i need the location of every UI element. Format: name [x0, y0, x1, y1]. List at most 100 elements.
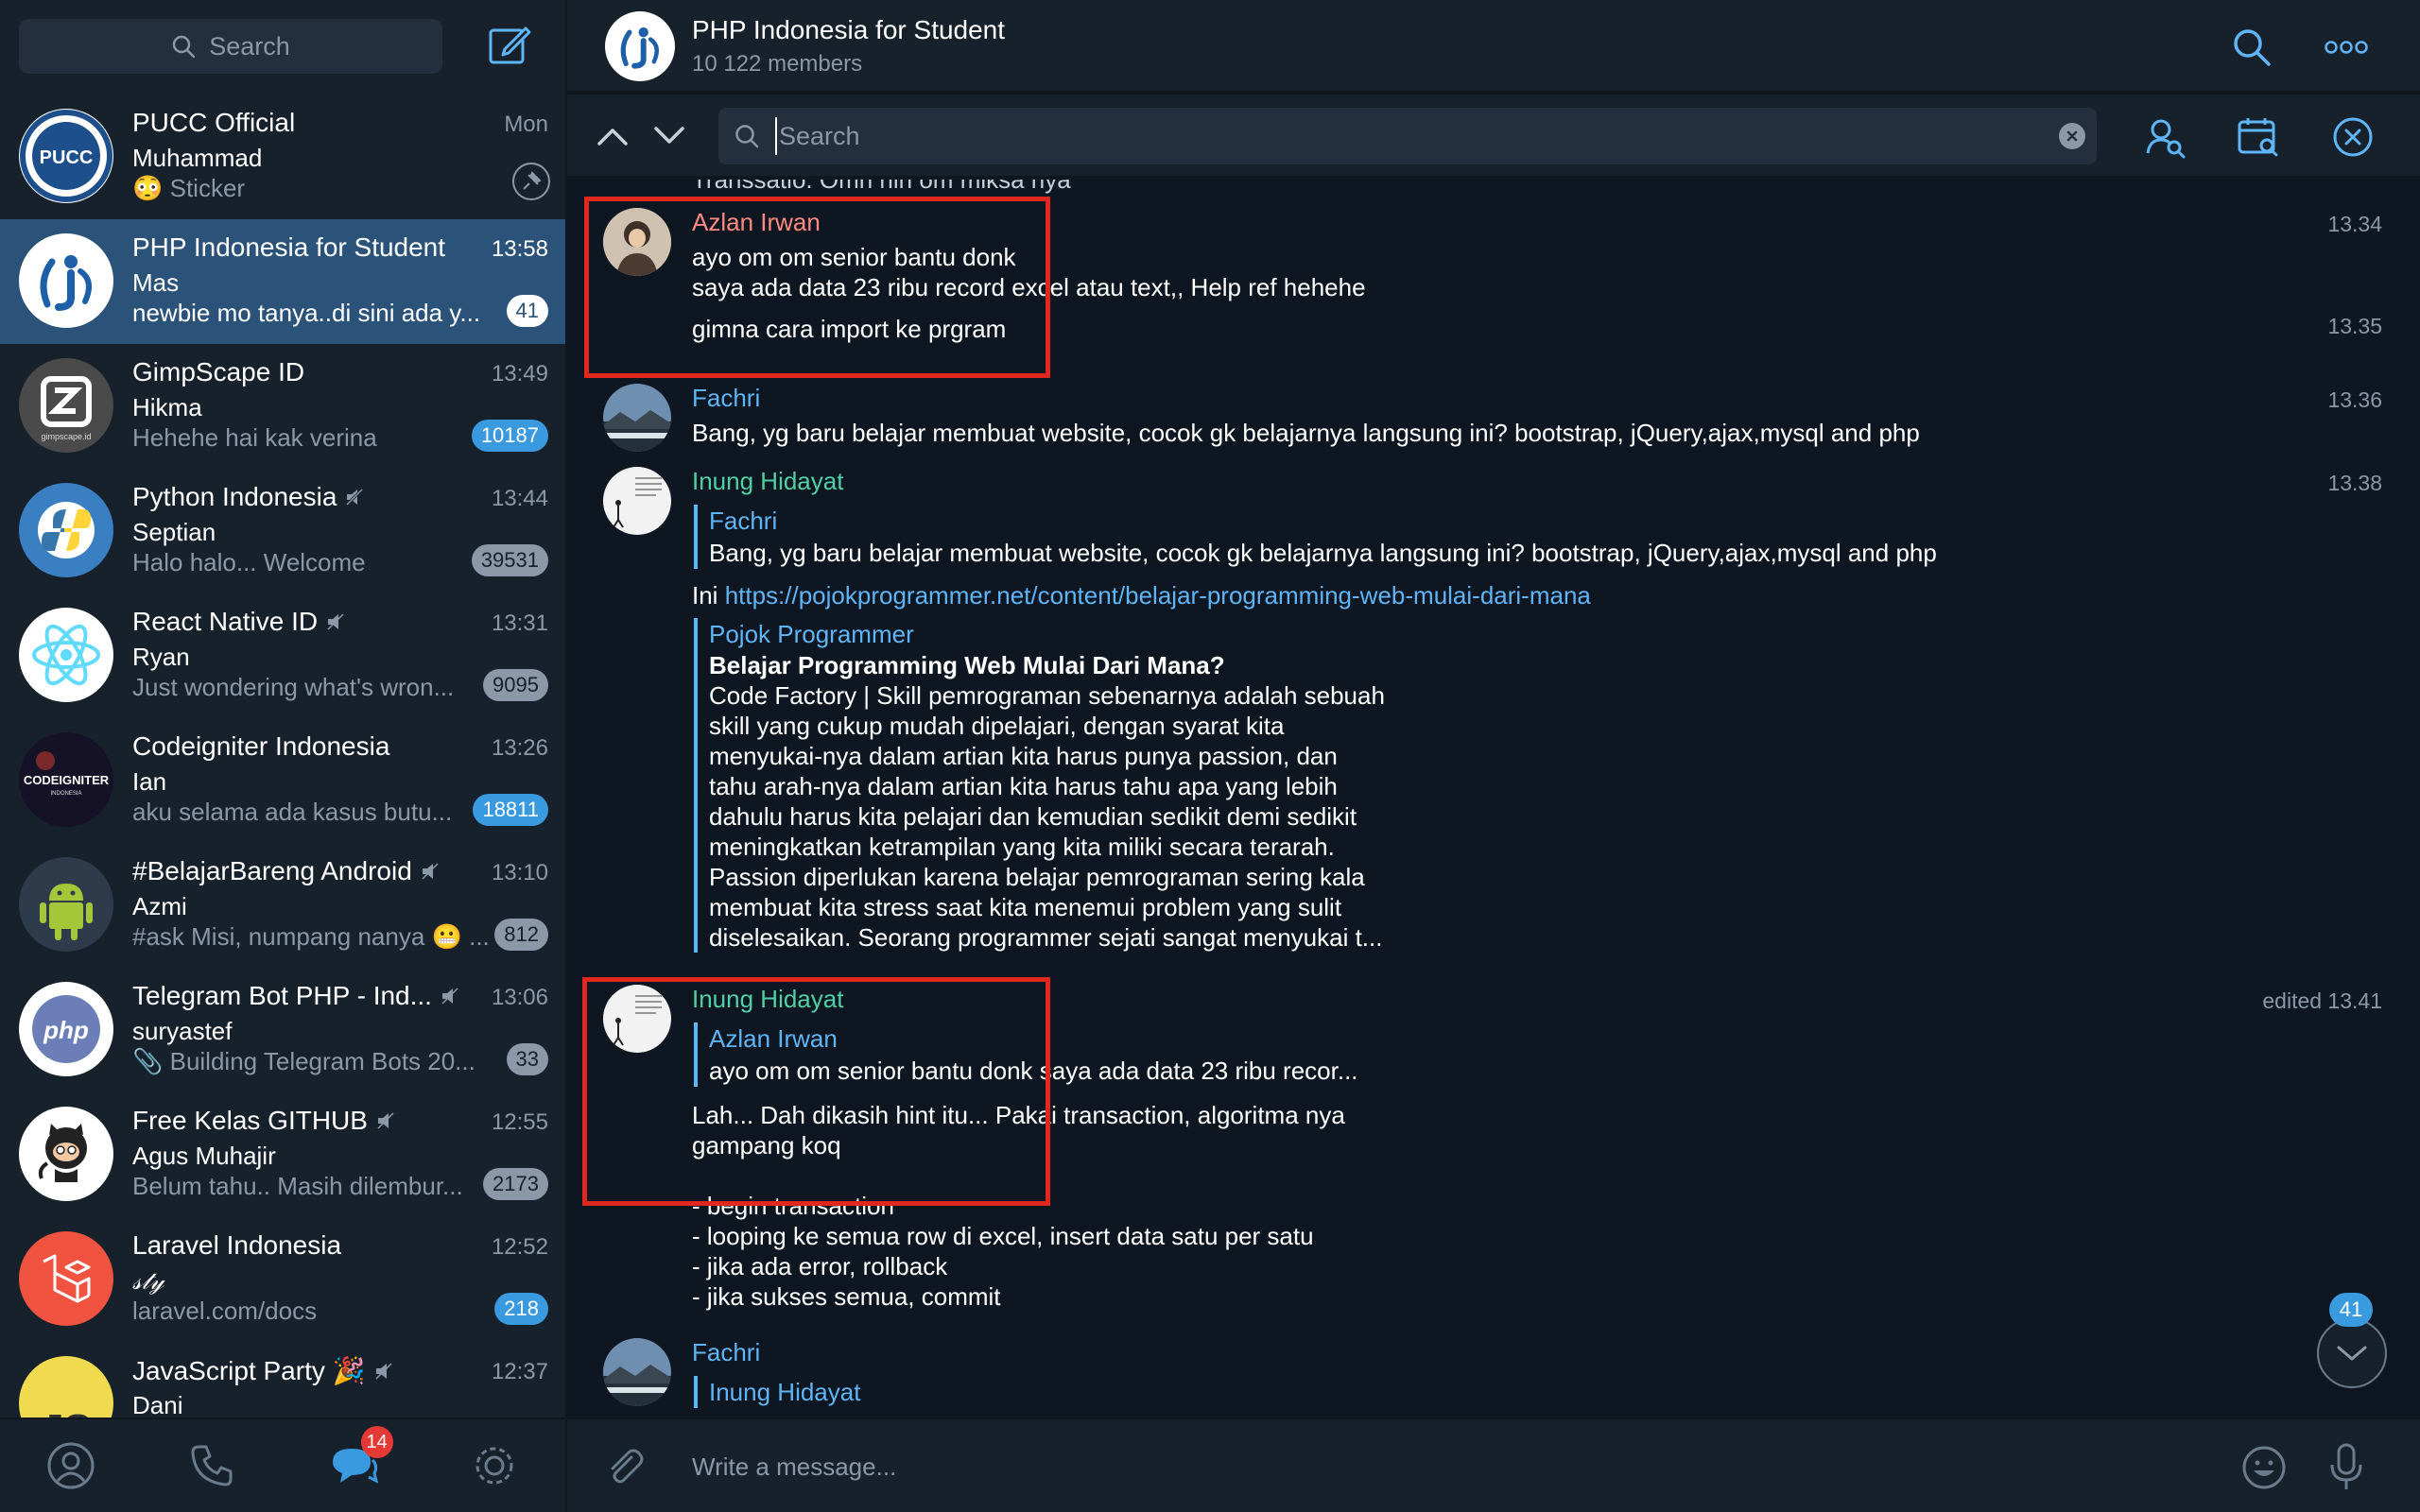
- chat-sender: 𝓈𝓉𝓎: [132, 1266, 164, 1295]
- chat-time: 13:31: [491, 610, 548, 636]
- chat-item-pucc-official[interactable]: PUCC PUCC Official Mon Muhammad 😳 Sticke…: [0, 94, 565, 219]
- reply-sender: Fachri: [709, 507, 778, 535]
- tab-calls[interactable]: [183, 1437, 240, 1494]
- chat-time: 13:44: [491, 486, 548, 511]
- header-avatar[interactable]: [605, 11, 675, 81]
- chat-title[interactable]: PHP Indonesia for Student: [692, 15, 1005, 45]
- chat-item-belajarbareng-android[interactable]: #BelajarBareng Android 13:10 Azmi #ask M…: [0, 843, 565, 968]
- message-search-input[interactable]: [775, 117, 2004, 155]
- chat-time: 13:10: [491, 860, 548, 885]
- message-time: 13.36: [2327, 387, 2382, 412]
- emoji-icon[interactable]: [2240, 1444, 2288, 1491]
- chat-item-free-kelas-github[interactable]: Free Kelas GITHUB 12:55 Agus Muhajir Bel…: [0, 1092, 565, 1217]
- reply-quote[interactable]: Fachri Bang, yg baru belajar membuat web…: [694, 505, 1937, 569]
- paperclip-icon[interactable]: [601, 1444, 647, 1489]
- sidebar-search-placeholder: Search: [209, 31, 290, 60]
- avatar[interactable]: [603, 467, 671, 535]
- message-text: Ini https://pojokprogrammer.net/content/…: [692, 581, 1591, 610]
- chat-panel: PHP Indonesia for Student 10 122 members…: [567, 0, 2420, 1512]
- compose-icon[interactable]: [486, 21, 533, 68]
- unread-count-badge: 41: [2329, 1293, 2373, 1327]
- chat-item-php-indonesia[interactable]: PHP Indonesia for Student 13:58 Mas newb…: [0, 219, 565, 344]
- in-chat-search-bar: [567, 94, 2420, 178]
- unread-badge: 2173: [483, 1168, 548, 1200]
- close-icon[interactable]: [2331, 115, 2375, 159]
- unread-badge: 39531: [471, 544, 548, 576]
- more-icon[interactable]: [2324, 34, 2369, 60]
- tab-settings[interactable]: [466, 1437, 523, 1494]
- scroll-to-bottom-button[interactable]: [2317, 1318, 2387, 1388]
- chat-time: 13:49: [491, 361, 548, 387]
- chat-item-telegram-bot-php[interactable]: php Telegram Bot PHP - Ind... 13:06 sury…: [0, 968, 565, 1092]
- unread-badge: 41: [506, 295, 548, 327]
- microphone-icon[interactable]: [2327, 1442, 2365, 1493]
- python-avatar: [19, 483, 113, 577]
- svg-text:INDONESIA: INDONESIA: [50, 791, 81, 797]
- chat-preview: Hehehe hai kak verina: [132, 423, 377, 452]
- search-icon: [172, 35, 196, 59]
- chat-item-react-native[interactable]: React Native ID 13:31 Ryan Just wonderin…: [0, 593, 565, 718]
- chat-item-python-indonesia[interactable]: Python Indonesia 13:44 Septian Halo halo…: [0, 469, 565, 593]
- message-composer: [567, 1418, 2420, 1512]
- chat-time: 12:52: [491, 1234, 548, 1260]
- sidebar-search-input[interactable]: Search: [19, 19, 442, 74]
- chat-time: 13:26: [491, 735, 548, 761]
- chat-sender: Septian: [132, 518, 216, 546]
- chevron-up-icon[interactable]: [594, 119, 631, 153]
- chat-time: 13:58: [491, 236, 548, 262]
- svg-text:CODEIGNITER: CODEIGNITER: [24, 773, 110, 787]
- php-bot-avatar: php: [19, 982, 113, 1076]
- chat-sender: Hikma: [132, 393, 202, 421]
- sidebar: Search PUCC PUCC Official Mon Muhammad 😳…: [0, 0, 567, 1512]
- preview-site-name: Pojok Programmer: [709, 620, 914, 648]
- tab-contacts[interactable]: [43, 1437, 99, 1494]
- chat-title: React Native ID: [132, 607, 473, 637]
- message-input[interactable]: [692, 1448, 2204, 1486]
- sender-name[interactable]: Fachri: [692, 1338, 760, 1367]
- message-time: 13.34: [2327, 212, 2382, 236]
- avatar[interactable]: [603, 384, 671, 452]
- chat-time: 13:06: [491, 985, 548, 1010]
- reply-quote[interactable]: Inung Hidayat: [694, 1376, 860, 1408]
- preview-description: Code Factory | Skill pemrograman sebenar…: [709, 681, 1385, 952]
- php-indonesia-avatar: [19, 233, 113, 328]
- clear-icon[interactable]: [2059, 123, 2085, 149]
- chat-item-laravel-indonesia[interactable]: Laravel Indonesia 12:52 𝓈𝓉𝓎 laravel.com/…: [0, 1217, 565, 1342]
- avatar[interactable]: [603, 1338, 671, 1406]
- chat-title: GimpScape ID: [132, 357, 305, 387]
- search-icon[interactable]: [2231, 26, 2273, 68]
- preview-title: Belajar Programming Web Mulai Dari Mana?: [709, 651, 1225, 679]
- chat-item-codeigniter[interactable]: CODEIGNITER INDONESIA Codeigniter Indones…: [0, 718, 565, 843]
- chats-unread-badge: 14: [360, 1426, 393, 1458]
- mute-icon: [374, 1362, 392, 1380]
- phone-icon: [191, 1445, 233, 1486]
- calendar-search-icon[interactable]: [2237, 115, 2280, 159]
- highlight-box-question: [584, 197, 1050, 378]
- chat-title: Free Kelas GITHUB: [132, 1106, 473, 1136]
- chat-sender: Agus Muhajir: [132, 1142, 276, 1170]
- chat-sender: Ryan: [132, 643, 190, 671]
- svg-text:PUCC: PUCC: [40, 147, 94, 168]
- sender-name[interactable]: Inung Hidayat: [692, 467, 843, 496]
- chat-list: PUCC PUCC Official Mon Muhammad 😳 Sticke…: [0, 94, 565, 1418]
- chat-item-gimpscape[interactable]: gimpscape.id GimpScape ID 13:49 Hikma He…: [0, 344, 565, 469]
- link-preview-card[interactable]: Pojok Programmer Belajar Programming Web…: [694, 618, 1431, 953]
- react-avatar: [19, 608, 113, 702]
- sender-name[interactable]: Fachri: [692, 384, 760, 413]
- tab-chats[interactable]: 14: [325, 1426, 393, 1494]
- search-by-user-icon[interactable]: [2144, 115, 2187, 159]
- chat-preview: #ask Misi, numpang nanya 😬 ...: [132, 922, 490, 951]
- svg-text:php: php: [43, 1016, 89, 1044]
- chevron-down-icon[interactable]: [650, 119, 688, 153]
- unread-badge: 218: [494, 1293, 548, 1325]
- chat-item-javascript-party[interactable]: JS JavaScript Party 🎉 12:37 Dani: [0, 1342, 565, 1418]
- message-time: 13.38: [2327, 471, 2382, 495]
- chat-preview: 📎 Building Telegram Bots 20...: [132, 1047, 475, 1075]
- message-link[interactable]: https://pojokprogrammer.net/content/bela…: [725, 581, 1591, 610]
- chat-title: JavaScript Party 🎉: [132, 1355, 473, 1386]
- chat-sender: suryastef: [132, 1017, 233, 1045]
- message-list: Transsatio. Omh hin om miksa nya Azlan I…: [567, 180, 2420, 1418]
- chat-preview: laravel.com/docs: [132, 1297, 318, 1325]
- chat-preview: 😳 Sticker: [132, 174, 246, 202]
- highlight-box-answer: [582, 977, 1050, 1206]
